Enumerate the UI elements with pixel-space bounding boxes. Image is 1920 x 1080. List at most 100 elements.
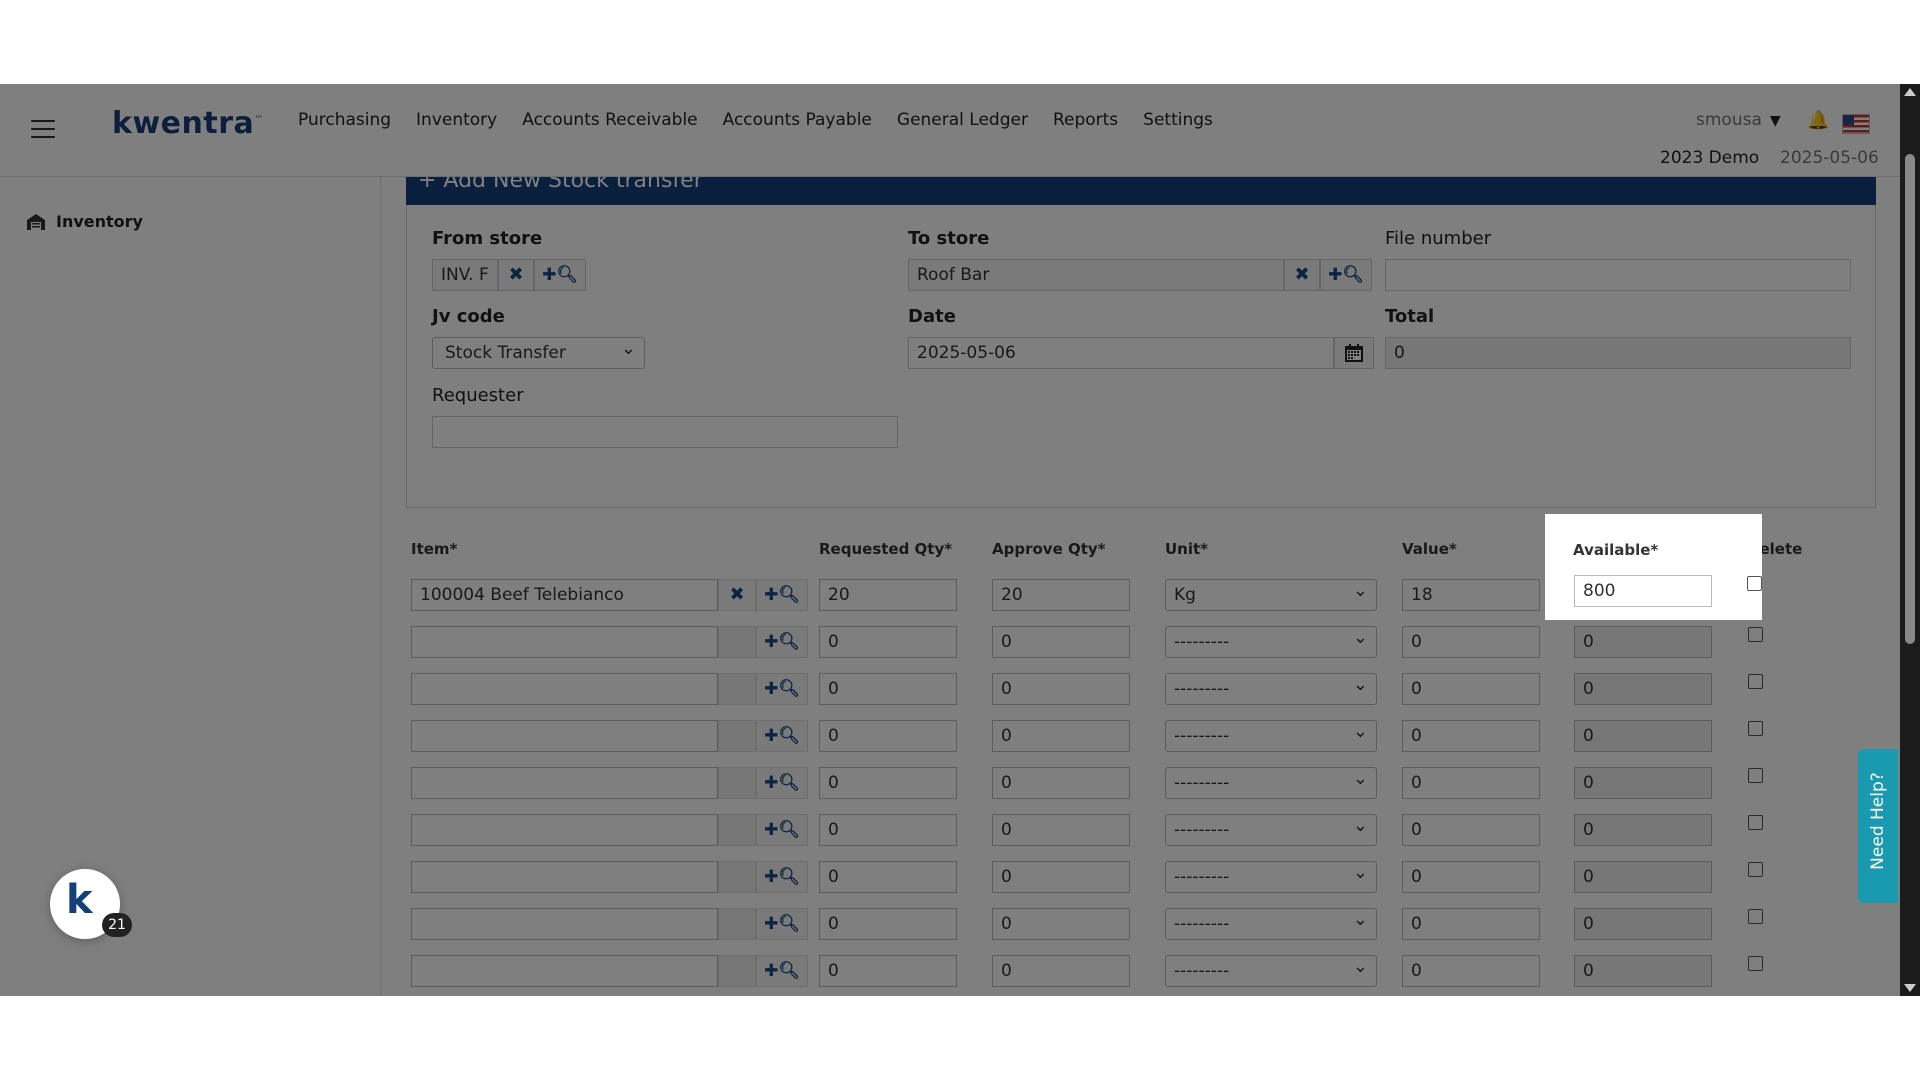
item-input[interactable] (411, 955, 718, 987)
unit-select[interactable]: --------- (1165, 861, 1377, 893)
clear-from-store-button[interactable]: ✖ (498, 259, 534, 291)
nav-purchasing[interactable]: Purchasing (298, 110, 391, 130)
value-input[interactable]: 0 (1402, 673, 1540, 705)
requested-qty-input[interactable]: 0 (819, 908, 957, 940)
from-store-label: From store (432, 228, 543, 249)
clear-item-placeholder (718, 626, 756, 658)
jv-code-select[interactable]: Stock Transfer (432, 337, 645, 369)
value-input[interactable]: 0 (1402, 955, 1540, 987)
search-item-button[interactable]: ✚🔍︎ (756, 720, 808, 752)
search-item-button[interactable]: ✚🔍︎ (756, 767, 808, 799)
search-from-store-button[interactable]: ✚🔍︎ (534, 259, 586, 291)
search-item-button[interactable]: ✚🔍︎ (756, 579, 808, 611)
requested-qty-input[interactable]: 0 (819, 955, 957, 987)
value-input[interactable]: 0 (1402, 814, 1540, 846)
date-input[interactable]: 2025-05-06 (908, 337, 1334, 369)
item-input[interactable] (411, 767, 718, 799)
nav-general-ledger[interactable]: General Ledger (897, 110, 1028, 130)
search-to-store-button[interactable]: ✚🔍︎ (1320, 259, 1372, 291)
logo[interactable]: kwentra™ (112, 106, 264, 141)
search-item-button[interactable]: ✚🔍︎ (756, 673, 808, 705)
unit-select[interactable]: --------- (1165, 626, 1377, 658)
clear-item-button[interactable]: ✖ (718, 579, 756, 611)
unit-select[interactable]: --------- (1165, 814, 1377, 846)
scrollbar-thumb[interactable] (1905, 154, 1915, 644)
value-input[interactable]: 0 (1402, 767, 1540, 799)
approve-qty-input[interactable]: 0 (992, 908, 1130, 940)
calendar-icon[interactable] (1334, 337, 1374, 369)
search-item-button[interactable]: ✚🔍︎ (756, 861, 808, 893)
us-flag-icon[interactable] (1842, 114, 1870, 134)
need-help-tab[interactable]: Need Help? (1858, 749, 1898, 903)
requested-qty-input[interactable]: 0 (819, 767, 957, 799)
value-input[interactable]: 0 (1402, 908, 1540, 940)
requester-input[interactable] (432, 416, 898, 448)
item-input[interactable] (411, 908, 718, 940)
requested-qty-input[interactable]: 0 (819, 720, 957, 752)
item-input[interactable] (411, 626, 718, 658)
sidebar: Inventory (0, 177, 381, 996)
nav-reports[interactable]: Reports (1053, 110, 1118, 130)
value-input[interactable]: 0 (1402, 861, 1540, 893)
nav-inventory[interactable]: Inventory (416, 110, 497, 130)
nav-settings[interactable]: Settings (1143, 110, 1213, 130)
value-input[interactable]: 18 (1402, 579, 1540, 611)
bell-icon[interactable]: 🔔 (1807, 110, 1829, 131)
nav-accounts-payable[interactable]: Accounts Payable (723, 110, 872, 130)
delete-checkbox[interactable] (1748, 627, 1763, 642)
delete-checkbox-row-1[interactable] (1747, 576, 1762, 591)
file-number-input[interactable] (1385, 259, 1851, 291)
scroll-up-icon[interactable] (1904, 88, 1916, 96)
search-item-button[interactable]: ✚🔍︎ (756, 955, 808, 987)
delete-checkbox[interactable] (1748, 768, 1763, 783)
approve-qty-input[interactable]: 0 (992, 861, 1130, 893)
requested-qty-input[interactable]: 20 (819, 579, 957, 611)
search-item-button[interactable]: ✚🔍︎ (756, 626, 808, 658)
requested-qty-input[interactable]: 0 (819, 673, 957, 705)
page-scrollbar[interactable] (1900, 84, 1920, 996)
item-input[interactable] (411, 673, 718, 705)
nav-accounts-receivable[interactable]: Accounts Receivable (522, 110, 697, 130)
menu-icon[interactable] (31, 120, 55, 138)
unit-select[interactable]: --------- (1165, 767, 1377, 799)
unit-select[interactable]: --------- (1165, 955, 1377, 987)
delete-checkbox[interactable] (1748, 909, 1763, 924)
unit-select[interactable]: --------- (1165, 908, 1377, 940)
item-input[interactable] (411, 861, 718, 893)
user-menu[interactable]: smousa ▼ (1696, 110, 1781, 130)
requested-qty-input[interactable]: 0 (819, 861, 957, 893)
delete-checkbox[interactable] (1748, 862, 1763, 877)
value-input[interactable]: 0 (1402, 720, 1540, 752)
item-input[interactable] (411, 720, 718, 752)
from-store-input[interactable]: INV. F (432, 259, 498, 291)
approve-qty-input[interactable]: 0 (992, 955, 1130, 987)
requested-qty-input[interactable]: 0 (819, 626, 957, 658)
unit-select[interactable]: --------- (1165, 673, 1377, 705)
delete-checkbox[interactable] (1748, 674, 1763, 689)
item-input[interactable] (411, 814, 718, 846)
search-item-button[interactable]: ✚🔍︎ (756, 814, 808, 846)
available-input-row-1[interactable]: 800 (1574, 575, 1712, 607)
approve-qty-input[interactable]: 20 (992, 579, 1130, 611)
approve-qty-input[interactable]: 0 (992, 720, 1130, 752)
item-input[interactable]: 100004 Beef Telebianco (411, 579, 718, 611)
approve-qty-input[interactable]: 0 (992, 767, 1130, 799)
approve-qty-input[interactable]: 0 (992, 814, 1130, 846)
unit-select[interactable]: Kg (1165, 579, 1377, 611)
approve-qty-input[interactable]: 0 (992, 673, 1130, 705)
assistant-avatar[interactable]: k 21 (50, 869, 132, 939)
unit-select[interactable]: --------- (1165, 720, 1377, 752)
approve-qty-input[interactable]: 0 (992, 626, 1130, 658)
delete-checkbox[interactable] (1748, 956, 1763, 971)
jv-code-label: Jv code (432, 306, 505, 327)
requested-qty-input[interactable]: 0 (819, 814, 957, 846)
clear-to-store-button[interactable]: ✖ (1284, 259, 1320, 291)
search-item-button[interactable]: ✚🔍︎ (756, 908, 808, 940)
delete-checkbox[interactable] (1748, 815, 1763, 830)
clear-item-placeholder (718, 720, 756, 752)
to-store-input[interactable]: Roof Bar (908, 259, 1284, 291)
scroll-down-icon[interactable] (1904, 984, 1916, 992)
delete-checkbox[interactable] (1748, 721, 1763, 736)
sidebar-item-inventory[interactable]: Inventory (26, 212, 143, 231)
value-input[interactable]: 0 (1402, 626, 1540, 658)
